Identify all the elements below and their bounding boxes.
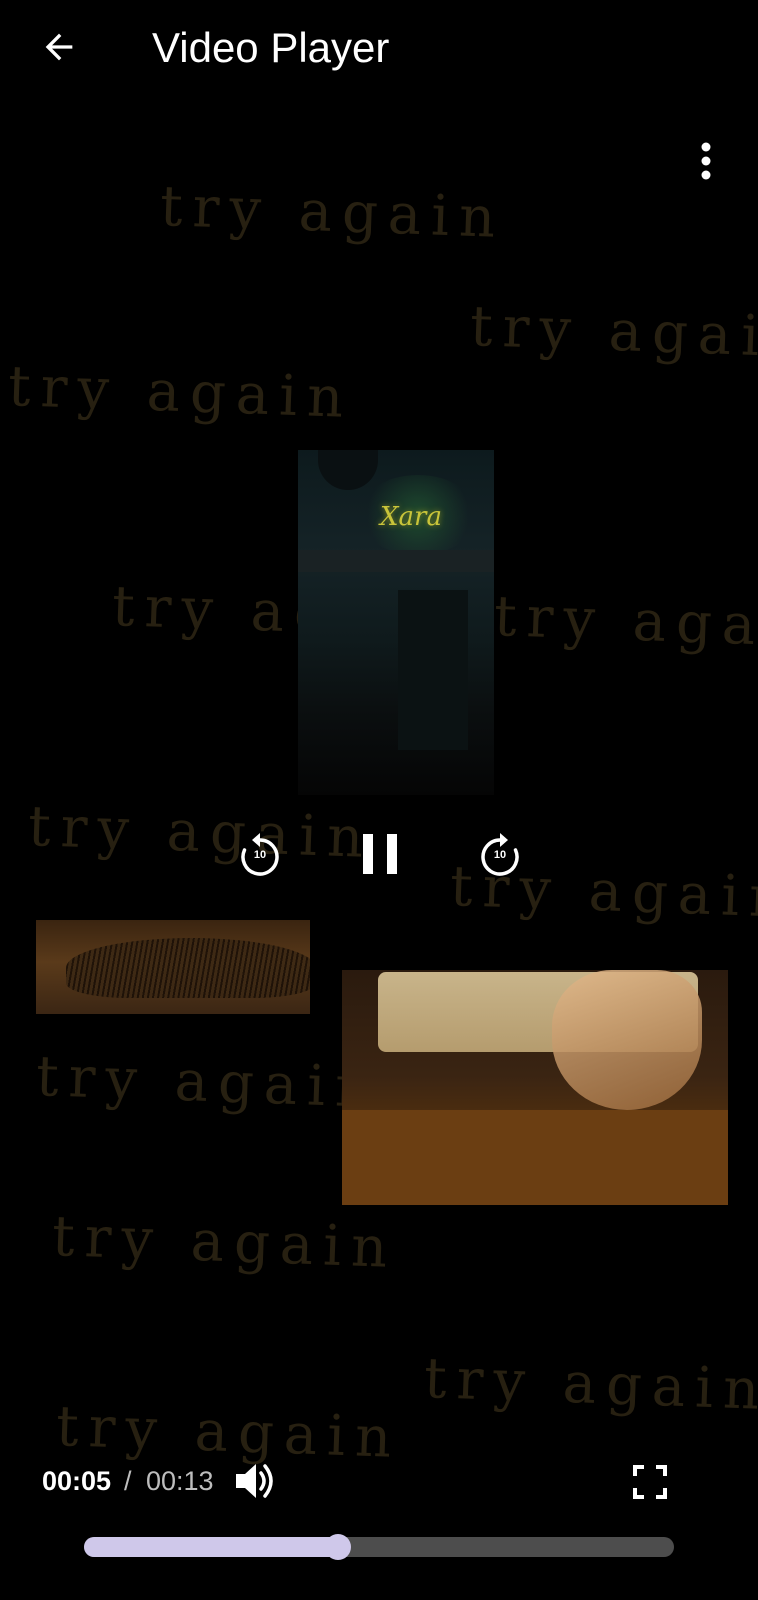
fullscreen-icon: [633, 1465, 667, 1499]
video-frame-eyebrow: [36, 920, 310, 1014]
desk-shape: [342, 1110, 728, 1205]
volume-button[interactable]: [234, 1460, 280, 1502]
pause-button[interactable]: [352, 826, 408, 882]
video-frame-room: Xara: [298, 450, 494, 795]
overlay-text: try again: [492, 583, 758, 662]
pause-icon: [363, 834, 397, 874]
forward-seconds-label: 10: [493, 849, 507, 861]
eyebrow-shape: [66, 938, 310, 998]
overlay-text: try again: [54, 1393, 403, 1472]
seek-progress: [84, 1537, 338, 1557]
seek-thumb[interactable]: [324, 1534, 351, 1560]
overlay-text: try again: [468, 293, 758, 372]
volume-icon: [236, 1464, 273, 1498]
overlay-text: try again: [158, 173, 507, 252]
lamp-shape: [318, 450, 378, 490]
overlay-text: try again: [26, 793, 375, 872]
page-title: Video Player: [152, 24, 390, 71]
total-time: 00:13: [146, 1466, 214, 1496]
video-frame-hands: [342, 970, 728, 1205]
rewind-10-button[interactable]: 10: [234, 830, 286, 882]
seek-bar[interactable]: [84, 1534, 674, 1560]
shelf-shape: [298, 550, 494, 572]
cabinet-shape: [398, 590, 468, 750]
overlay-text: try again: [34, 1043, 383, 1122]
hand-shape: [552, 970, 702, 1110]
overlay-text: try again: [422, 1345, 758, 1424]
neon-sign-text: Xara: [380, 502, 442, 532]
back-button[interactable]: [30, 22, 88, 72]
forward-10-button[interactable]: 10: [474, 830, 526, 882]
arrow-left-icon: [45, 33, 73, 61]
time-separator: /: [124, 1466, 132, 1496]
overlay-text: try again: [6, 353, 355, 432]
current-time: 00:05: [42, 1466, 112, 1496]
overlay-text: try again: [50, 1203, 399, 1282]
fullscreen-button[interactable]: [630, 1462, 670, 1502]
rewind-seconds-label: 10: [253, 849, 267, 861]
